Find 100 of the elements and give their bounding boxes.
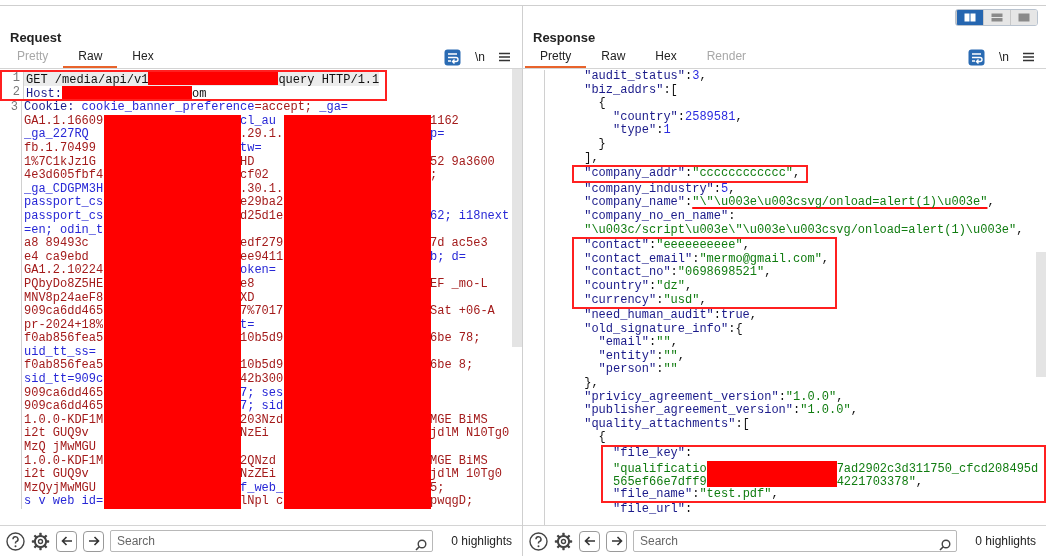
gear-icon bbox=[554, 531, 573, 551]
code-text: jdlM N10Tg0 bbox=[430, 426, 510, 441]
panel-title: Request bbox=[9, 29, 63, 46]
code-text: 6be 78; bbox=[430, 331, 481, 346]
code-text: 4e3d605fbf4 bbox=[24, 169, 103, 183]
code-text: 42b300 bbox=[240, 372, 284, 387]
code-text: MzQ jMwMGU bbox=[24, 441, 96, 455]
code-text: p= bbox=[430, 127, 445, 142]
code-line: "publisher_agreement_version":"1.0.0", bbox=[583, 404, 859, 418]
code-text: =en; odin_t bbox=[24, 223, 103, 237]
code-text: 6be 8; bbox=[430, 358, 474, 373]
forward-button[interactable] bbox=[606, 530, 627, 552]
code-text: 10b5d9 bbox=[240, 358, 284, 373]
code-text: 909ca6dd465 bbox=[24, 400, 103, 414]
code-text: 7; ses bbox=[240, 385, 284, 400]
tab[interactable]: Raw bbox=[586, 46, 641, 68]
code-line: }, bbox=[583, 377, 600, 391]
code-text: 1162 bbox=[430, 113, 459, 128]
code-text: oken= bbox=[240, 263, 276, 278]
code-text: 7ad2902c3d311750_cfcd208495d bbox=[836, 461, 1039, 476]
code-text: 1.0.0-KDF1M bbox=[24, 454, 103, 468]
code-text: 10b5d9 bbox=[240, 331, 284, 346]
forward-button[interactable] bbox=[83, 530, 104, 552]
newline-toggle[interactable]: \n bbox=[475, 48, 485, 66]
code-text: f_web_ bbox=[240, 480, 284, 495]
arrow-right-icon bbox=[610, 536, 623, 546]
arrow-right-icon bbox=[87, 536, 100, 546]
code-text: edf279 bbox=[240, 236, 284, 251]
code-text: pr-2024+18% bbox=[24, 318, 103, 332]
wrap-icon bbox=[968, 48, 985, 66]
code-line: "quality_attachments":[ bbox=[583, 417, 751, 431]
code-text: ; bbox=[430, 168, 438, 183]
code-line: "country":2589581, bbox=[612, 110, 744, 124]
code-text: _ga_227RQ bbox=[24, 128, 89, 142]
code-text: MGE BiMS bbox=[430, 412, 488, 427]
back-button[interactable] bbox=[56, 530, 77, 552]
tab[interactable]: Raw bbox=[63, 46, 118, 68]
code-text: .30.1. bbox=[240, 181, 284, 196]
code-text: d25d1e bbox=[240, 208, 284, 223]
word-wrap-button[interactable] bbox=[444, 48, 461, 66]
code-text: passport_cs bbox=[24, 209, 103, 223]
code-line: { bbox=[597, 97, 607, 111]
back-button[interactable] bbox=[579, 530, 600, 552]
menu-icon bbox=[499, 52, 510, 62]
help-button[interactable] bbox=[529, 531, 548, 551]
code-text: 7%7017 bbox=[240, 304, 284, 319]
code-line: "privicy_agreement_version":"1.0.0", bbox=[583, 390, 845, 404]
code-text: e4 ca9ebd bbox=[24, 250, 89, 264]
search-icon bbox=[415, 538, 428, 551]
code-text: Sat +06-A bbox=[430, 304, 495, 319]
layout-toggle[interactable] bbox=[956, 10, 983, 25]
code-text: NzEi bbox=[240, 426, 269, 441]
code-line: "entity":"", bbox=[597, 349, 686, 363]
code-line: "company_industry":5, bbox=[583, 182, 737, 196]
code-line: "contact_no":"0698698521", bbox=[584, 266, 773, 280]
code-text: t= bbox=[240, 317, 255, 332]
newline-toggle[interactable]: \n bbox=[999, 48, 1009, 66]
code-text: MzQyjMwMGU bbox=[24, 481, 96, 495]
layout-toggle[interactable] bbox=[983, 10, 1010, 25]
code-text: .29.1. bbox=[240, 127, 284, 142]
arrow-left-icon bbox=[60, 536, 73, 546]
tab[interactable]: Hex bbox=[117, 46, 169, 68]
word-wrap-button[interactable] bbox=[968, 48, 985, 66]
code-text: e29ba2 bbox=[240, 195, 284, 210]
code-text: 203Nzd bbox=[240, 412, 284, 427]
menu-button[interactable] bbox=[1023, 52, 1034, 62]
code-text: 2QNzd bbox=[240, 453, 276, 468]
code-text: f0ab856fea5 bbox=[24, 359, 103, 373]
code-text: jdlM 10Tg0 bbox=[430, 467, 502, 482]
search-field[interactable]: Search bbox=[633, 530, 958, 552]
code-text: 4221703378", bbox=[836, 475, 924, 490]
tab[interactable]: Hex bbox=[640, 46, 692, 68]
code-text: i2t GUQ9v bbox=[24, 468, 89, 482]
code-line: "old_signature_info":{ bbox=[583, 322, 744, 336]
line-number: 3 bbox=[0, 101, 22, 115]
code-text: f0ab856fea5 bbox=[24, 332, 103, 346]
code-text: Host: bbox=[26, 86, 62, 101]
code-text: NzZEi bbox=[240, 467, 276, 482]
line-number: 2 bbox=[2, 85, 24, 100]
code-line: "file_name":"test.pdf", bbox=[613, 487, 780, 502]
code-text: cf02 bbox=[240, 168, 269, 183]
gear-icon bbox=[31, 531, 50, 551]
code-text: i2t GUQ9v bbox=[24, 427, 89, 441]
settings-button[interactable] bbox=[554, 531, 573, 551]
code-line: "email":"", bbox=[597, 336, 679, 350]
settings-button[interactable] bbox=[31, 531, 50, 551]
code-text: cl_au bbox=[240, 113, 276, 128]
tab[interactable]: Pretty bbox=[525, 46, 587, 68]
code-line: "person":"" bbox=[597, 363, 679, 378]
menu-button[interactable] bbox=[499, 52, 510, 62]
code-line: "contact_email":"mermo@gmail.com", bbox=[584, 252, 830, 266]
code-text: s v web id= bbox=[24, 495, 103, 509]
code-text: pwqgD; bbox=[430, 494, 474, 509]
layout-toggle[interactable] bbox=[1010, 10, 1037, 25]
help-button[interactable] bbox=[6, 531, 25, 551]
code-text: GET /media/api/v1 bbox=[26, 73, 149, 87]
code-line: "type":1 bbox=[612, 124, 672, 138]
code-line: "need_human_audit":true, bbox=[583, 309, 759, 323]
code-line: "contact":"eeeeeeeeee", bbox=[584, 239, 751, 253]
search-field[interactable]: Search bbox=[110, 530, 434, 552]
